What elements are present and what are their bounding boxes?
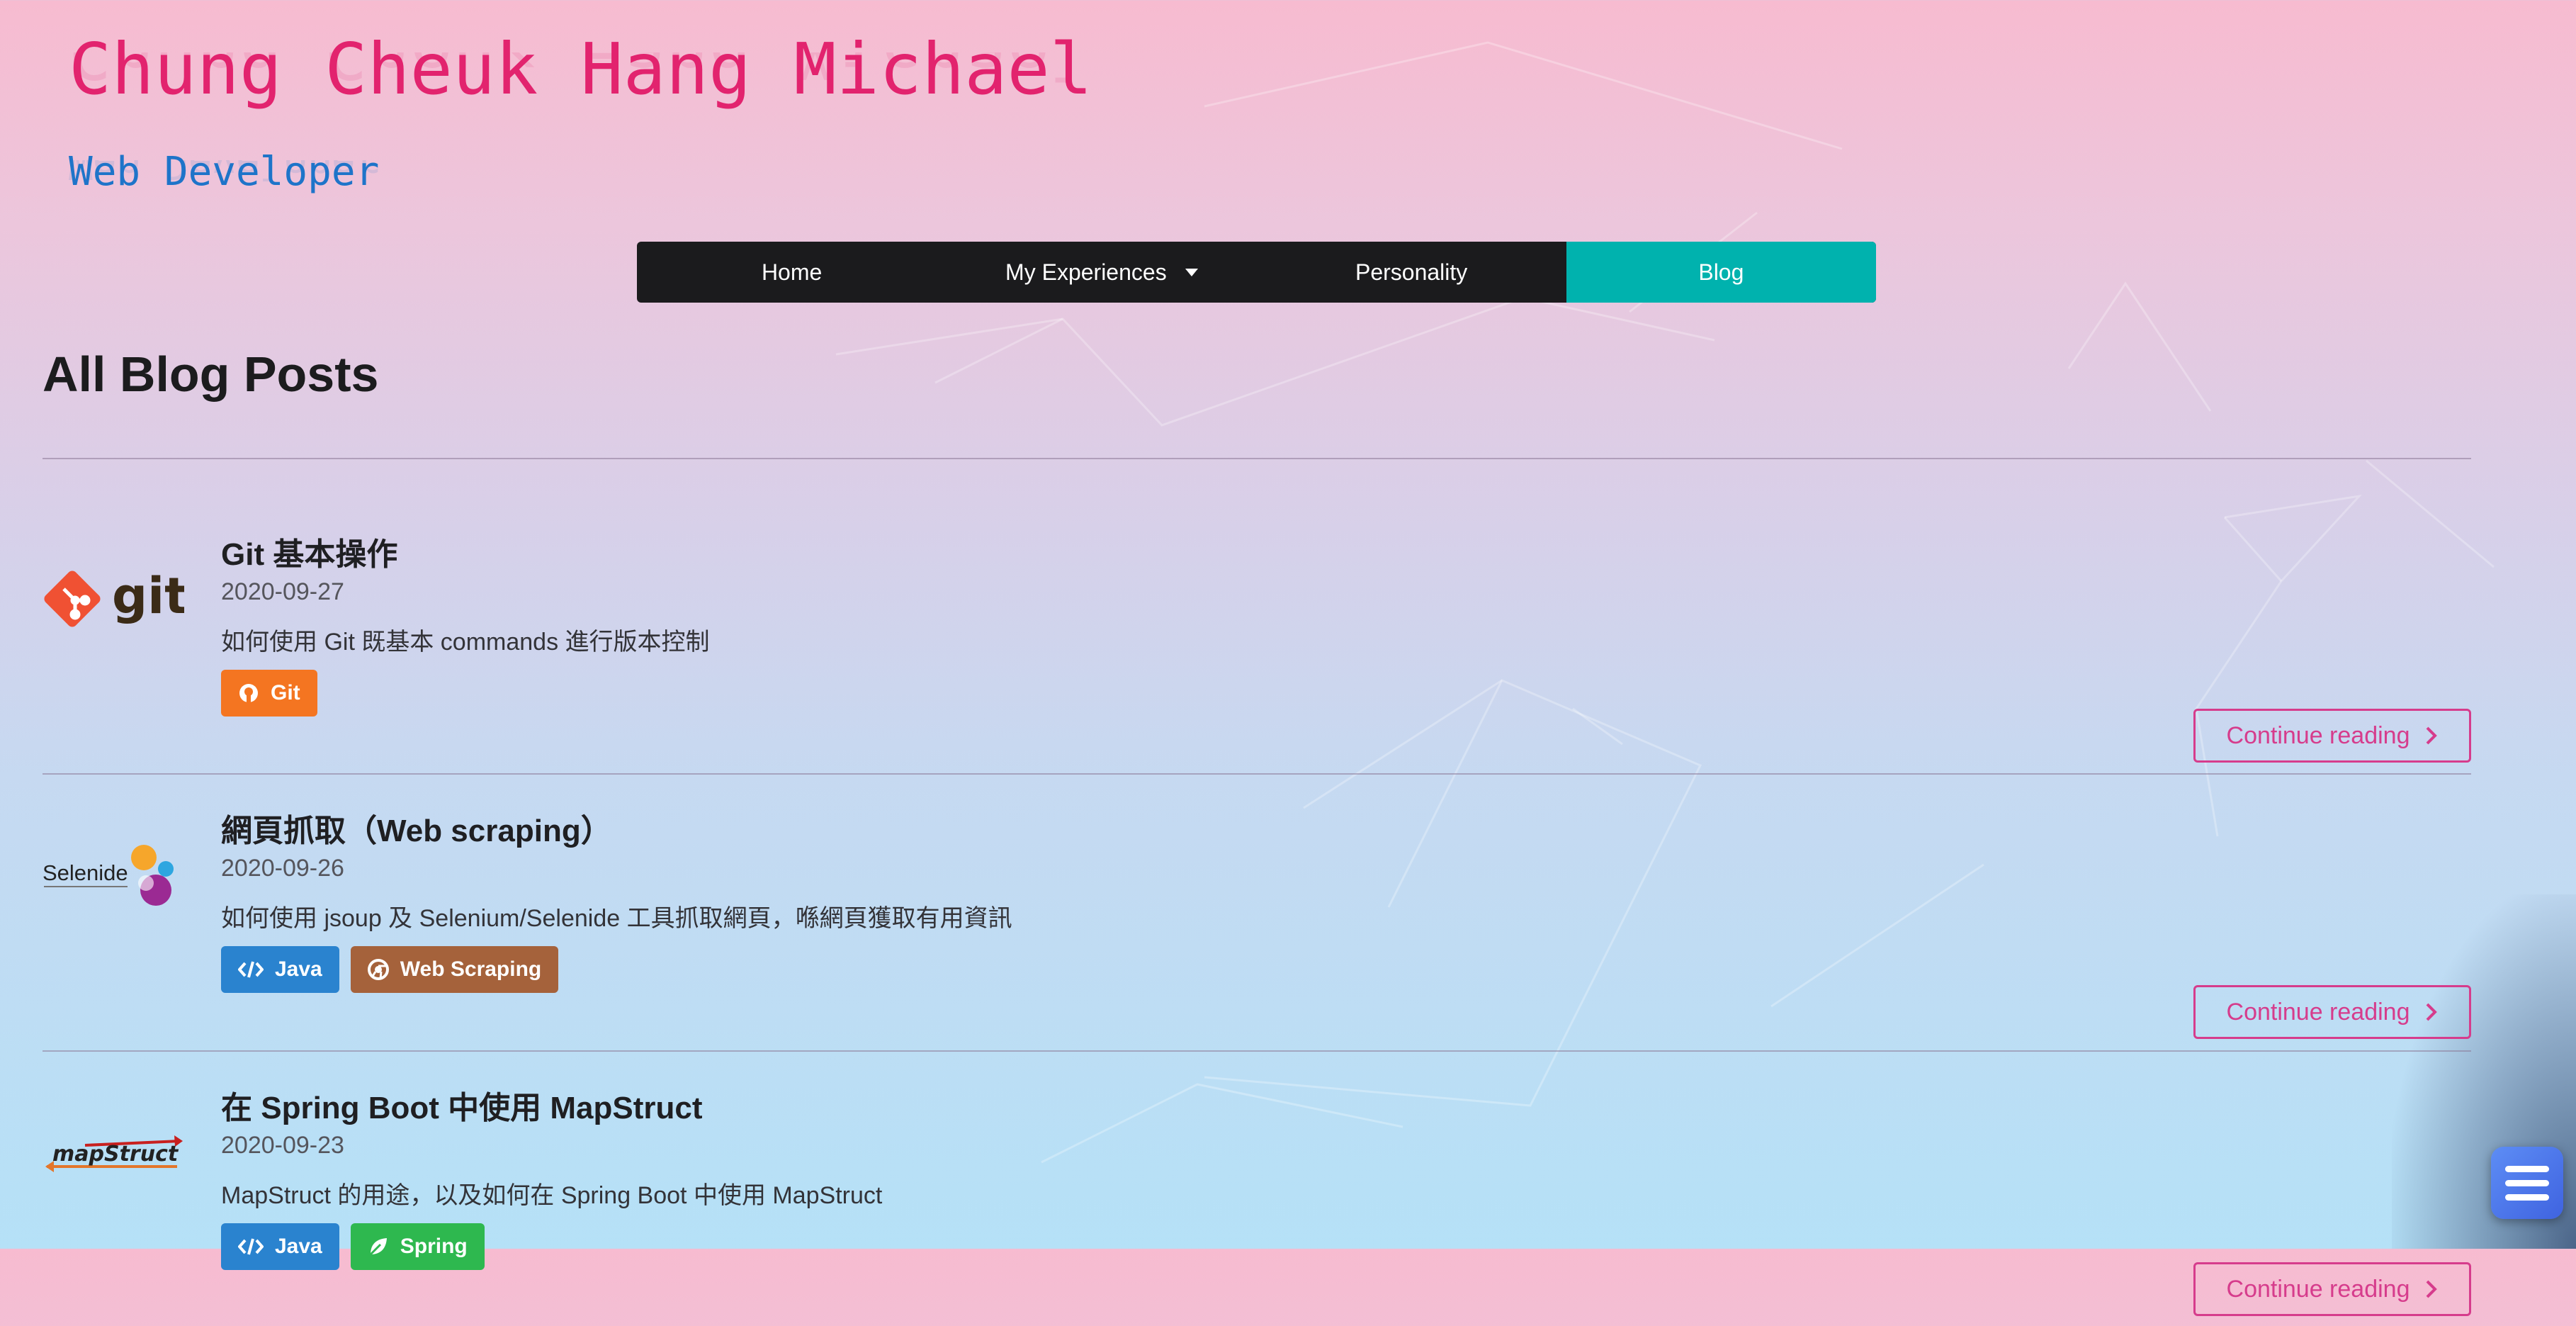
post-description: 如何使用 Git 既基本 commands 進行版本控制 bbox=[221, 629, 710, 656]
site-title: Chung Cheuk Hang Michael Chung Cheuk Han… bbox=[69, 27, 1092, 112]
tag-java[interactable]: Java bbox=[221, 1223, 339, 1270]
tag-label: Git bbox=[271, 681, 300, 704]
nav-personality[interactable]: Personality bbox=[1257, 242, 1566, 303]
page-title: All Blog Posts bbox=[43, 347, 379, 402]
selenide-logo: Selenide bbox=[43, 829, 184, 921]
menu-fab-button[interactable] bbox=[2491, 1147, 2563, 1219]
chrome-icon bbox=[367, 959, 389, 980]
post-tags: Java Spring bbox=[221, 1223, 485, 1270]
nav-my-experiences-label: My Experiences bbox=[1005, 259, 1167, 285]
nav-blog-label: Blog bbox=[1698, 259, 1744, 285]
code-icon bbox=[238, 961, 264, 978]
tag-label: Web Scraping bbox=[400, 957, 542, 981]
continue-reading-label: Continue reading bbox=[2226, 1275, 2410, 1303]
continue-reading-label: Continue reading bbox=[2226, 721, 2410, 749]
nav-my-experiences[interactable]: My Experiences bbox=[947, 242, 1256, 303]
site-subtitle: Web Developer Web Developer bbox=[69, 147, 379, 197]
chevron-right-icon bbox=[2427, 726, 2438, 745]
tag-label: Spring bbox=[400, 1235, 468, 1258]
post-date: 2020-09-26 bbox=[221, 855, 344, 882]
post-date: 2020-09-23 bbox=[221, 1132, 344, 1159]
tag-label: Java bbox=[275, 957, 322, 981]
site-title-reflection: Chung Cheuk Hang Michael bbox=[69, 52, 1092, 94]
post-title[interactable]: Git 基本操作 bbox=[221, 529, 397, 574]
heading-divider bbox=[43, 458, 2471, 459]
blog-post-item: mapStruct 在 Spring Boot 中使用 MapStruct 20… bbox=[43, 1050, 2471, 1326]
tag-label: Java bbox=[275, 1235, 322, 1258]
blog-post-item: git Git 基本操作 2020-09-27 如何使用 Git 既基本 com… bbox=[43, 496, 2471, 772]
main-nav: Home My Experiences Personality Blog bbox=[637, 242, 1876, 303]
nav-home-label: Home bbox=[761, 259, 823, 285]
continue-reading-label: Continue reading bbox=[2226, 998, 2410, 1026]
continue-reading-button[interactable]: Continue reading bbox=[2193, 1262, 2471, 1316]
continue-reading-button[interactable]: Continue reading bbox=[2193, 985, 2471, 1039]
hamburger-icon-bar bbox=[2505, 1193, 2549, 1201]
tag-web-scraping[interactable]: Web Scraping bbox=[350, 946, 559, 993]
mapstruct-logo: mapStruct bbox=[43, 1106, 184, 1198]
selenide-logo-text: Selenide bbox=[43, 860, 128, 885]
caret-down-icon bbox=[1185, 268, 1198, 276]
mapstruct-logo-icon: mapStruct bbox=[45, 1135, 183, 1172]
leaf-icon bbox=[369, 1238, 387, 1256]
hamburger-icon-bar bbox=[2505, 1179, 2549, 1186]
post-title[interactable]: 在 Spring Boot 中使用 MapStruct bbox=[221, 1082, 703, 1128]
mapstruct-logo-text: mapStruct bbox=[52, 1142, 179, 1167]
git-logo-icon: git bbox=[44, 567, 184, 627]
site-subtitle-reflection: Web Developer bbox=[69, 160, 380, 187]
tag-java[interactable]: Java bbox=[221, 946, 339, 993]
selenide-logo-icon: Selenide bbox=[43, 845, 174, 906]
chevron-right-icon bbox=[2427, 1280, 2438, 1298]
site-header: Chung Cheuk Hang Michael Chung Cheuk Han… bbox=[69, 27, 1092, 195]
hamburger-icon-bar bbox=[2505, 1165, 2549, 1172]
post-title[interactable]: 網頁抓取（Web scraping） bbox=[221, 805, 612, 850]
nav-blog[interactable]: Blog bbox=[1566, 242, 1876, 303]
post-description: MapStruct 的用途，以及如何在 Spring Boot 中使用 MapS… bbox=[221, 1182, 883, 1209]
nav-home[interactable]: Home bbox=[637, 242, 947, 303]
git-logo: git bbox=[43, 553, 184, 645]
git-logo-text: git bbox=[112, 567, 184, 625]
post-description: 如何使用 jsoup 及 Selenium/Selenide 工具抓取網頁，喺網… bbox=[221, 905, 1012, 932]
post-tags: Git bbox=[221, 670, 317, 717]
tag-git[interactable]: Git bbox=[221, 670, 317, 717]
continue-reading-button[interactable]: Continue reading bbox=[2193, 709, 2471, 763]
tag-spring[interactable]: Spring bbox=[350, 1223, 485, 1270]
chevron-right-icon bbox=[2427, 1003, 2438, 1021]
post-tags: Java Web Scraping bbox=[221, 946, 559, 993]
code-icon bbox=[238, 1238, 264, 1255]
nav-personality-label: Personality bbox=[1355, 259, 1468, 285]
post-date: 2020-09-27 bbox=[221, 578, 344, 605]
github-icon bbox=[239, 684, 258, 702]
blog-post-item: Selenide 網頁抓取（Web scraping） 2020-09-26 如… bbox=[43, 772, 2471, 1049]
